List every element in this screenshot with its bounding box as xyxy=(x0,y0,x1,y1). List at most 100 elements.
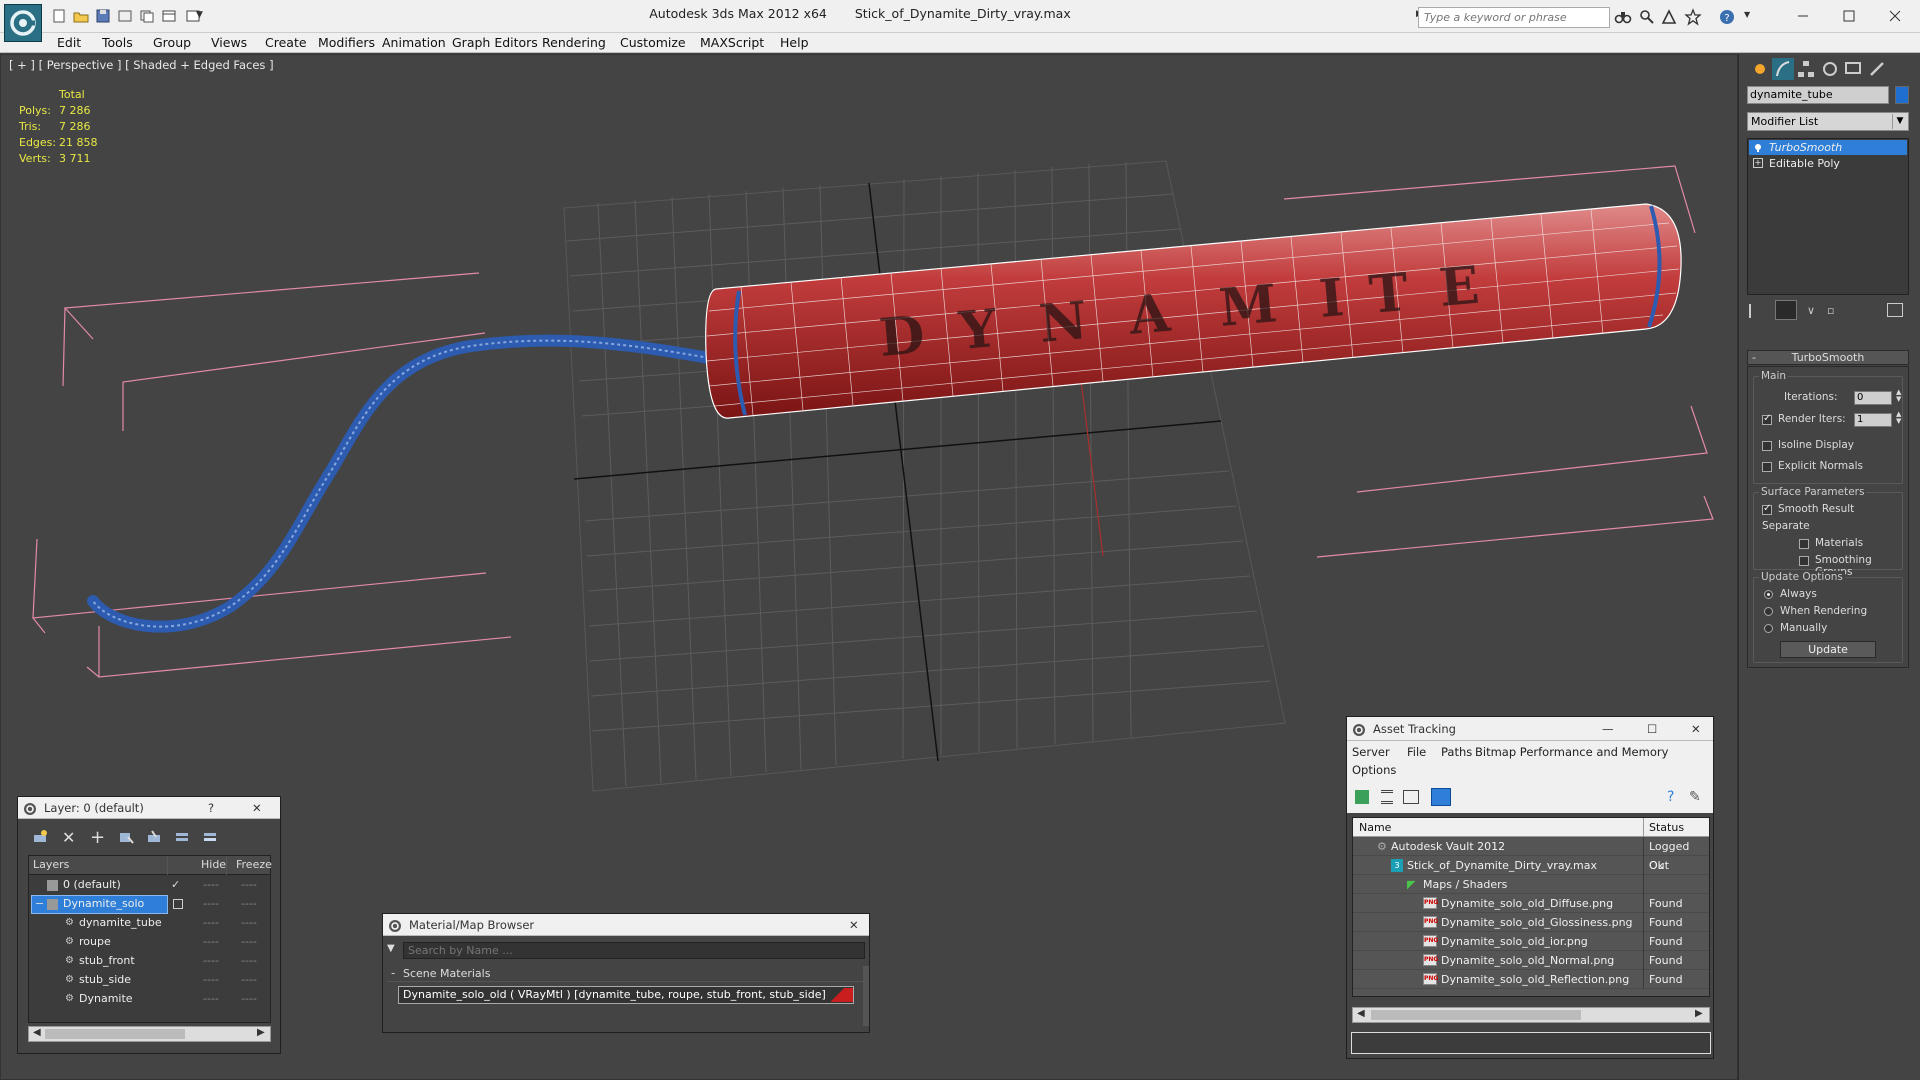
freeze-toggle[interactable]: ---- xyxy=(241,895,257,913)
asset-path-field[interactable] xyxy=(1351,1032,1711,1054)
object-name[interactable]: dynamite_tube xyxy=(79,914,162,932)
scroll-right-icon[interactable]: ▶ xyxy=(1695,1008,1703,1019)
object-name[interactable]: Dynamite xyxy=(79,990,133,1008)
freeze-toggle[interactable]: ---- xyxy=(241,971,257,989)
chevron-down-icon[interactable]: ▼ xyxy=(1892,114,1907,129)
column-header-layers[interactable]: Layers xyxy=(33,856,168,875)
help-icon[interactable]: ? xyxy=(1718,8,1736,26)
layer-close-icon[interactable]: ✕ xyxy=(252,797,262,819)
utilities-tab-icon[interactable] xyxy=(1866,58,1888,80)
isoline-display-checkbox[interactable] xyxy=(1762,441,1772,451)
modifier-list-dropdown[interactable]: Modifier List ▼ xyxy=(1747,112,1909,131)
communication-center-icon[interactable] xyxy=(1660,8,1678,26)
asset-help-icon[interactable]: ? xyxy=(1667,789,1674,805)
menu-modifiers[interactable]: Modifiers xyxy=(318,35,375,50)
menu-rendering[interactable]: Rendering xyxy=(542,35,606,50)
object-name[interactable]: stub_front xyxy=(79,952,135,970)
explicit-normals-checkbox[interactable] xyxy=(1762,462,1772,472)
menu-help[interactable]: Help xyxy=(780,35,809,50)
asset-row[interactable]: PNG Dynamite_solo_old_Glossiness.png Fou… xyxy=(1353,913,1709,932)
minimize-icon[interactable] xyxy=(1792,5,1814,27)
motion-tab-icon[interactable] xyxy=(1819,58,1841,80)
menu-animation[interactable]: Animation xyxy=(382,35,446,50)
update-always-radio[interactable] xyxy=(1764,590,1773,599)
binoculars-icon[interactable] xyxy=(1614,8,1632,26)
list-view-icon[interactable] xyxy=(1381,790,1393,804)
select-objects-icon[interactable] xyxy=(118,829,134,845)
freeze-all-layers-icon[interactable] xyxy=(202,829,218,845)
remove-modifier-icon[interactable]: ▫ xyxy=(1827,304,1834,317)
freeze-toggle[interactable]: ---- xyxy=(241,990,257,1008)
menu-group[interactable]: Group xyxy=(153,35,191,50)
material-browser-scrollbar[interactable] xyxy=(863,966,869,1026)
asset-menu-bitmap-performance[interactable]: Bitmap Performance and Memory xyxy=(1475,745,1668,759)
render-iters-checkbox[interactable] xyxy=(1762,413,1772,425)
new-file-icon[interactable] xyxy=(50,7,68,25)
thumbnail-view-icon[interactable] xyxy=(1403,790,1419,804)
modify-tab-icon[interactable] xyxy=(1772,58,1794,80)
asset-menu-paths[interactable]: Paths xyxy=(1441,745,1472,759)
active-layer-check-icon[interactable]: ✓ xyxy=(171,876,180,894)
set-active-box-icon[interactable] xyxy=(173,899,183,909)
lightbulb-icon[interactable] xyxy=(1753,142,1763,152)
freeze-toggle[interactable]: ---- xyxy=(241,876,257,894)
hide-toggle[interactable]: ---- xyxy=(203,971,219,989)
subscription-icon[interactable] xyxy=(1638,8,1656,26)
display-tab-icon[interactable] xyxy=(1842,58,1864,80)
pin-stack-icon[interactable] xyxy=(1749,304,1763,318)
column-header-status[interactable]: Status xyxy=(1643,818,1684,837)
asset-close-icon[interactable]: ✕ xyxy=(1691,717,1701,741)
material-search-input[interactable] xyxy=(403,942,865,959)
search-input[interactable] xyxy=(1419,8,1609,27)
collapse-icon[interactable]: − xyxy=(35,895,44,913)
layer-help-button[interactable]: ? xyxy=(208,797,214,819)
asset-minimize-icon[interactable]: — xyxy=(1602,717,1614,741)
update-button[interactable]: Update xyxy=(1780,641,1876,658)
configure-sets-icon[interactable] xyxy=(1887,303,1903,317)
asset-maximize-icon[interactable]: ☐ xyxy=(1647,717,1657,741)
asset-row[interactable]: PNG Dynamite_solo_old_Normal.png Found xyxy=(1353,951,1709,970)
menu-create[interactable]: Create xyxy=(265,35,307,50)
scroll-thumb[interactable] xyxy=(45,1029,185,1039)
smoothing-groups-checkbox[interactable] xyxy=(1799,556,1809,566)
material-browser-titlebar[interactable]: Material/Map Browser ✕ xyxy=(383,914,869,936)
make-unique-icon[interactable]: ∨ xyxy=(1807,304,1815,317)
turbosmooth-rollout-header[interactable]: - TurboSmooth xyxy=(1747,350,1909,365)
smooth-result-checkbox[interactable] xyxy=(1762,503,1772,515)
hide-toggle[interactable]: ---- xyxy=(203,990,219,1008)
freeze-toggle[interactable]: ---- xyxy=(241,952,257,970)
hide-toggle[interactable]: ---- xyxy=(203,933,219,951)
hide-all-layers-icon[interactable] xyxy=(174,829,190,845)
help-dropdown-icon[interactable]: ▼ xyxy=(1744,10,1750,19)
layer-window-titlebar[interactable]: Layer: 0 (default) ? ✕ xyxy=(18,797,280,819)
spinner-arrows-icon[interactable]: ▲ ▼ xyxy=(1896,411,1901,425)
layer-object-row[interactable]: ⚙ stub_side ---- ---- xyxy=(29,971,270,990)
close-icon[interactable] xyxy=(1884,5,1906,27)
layer-object-row[interactable]: ⚙ Dynamite ---- ---- xyxy=(29,990,270,1009)
table-view-icon[interactable] xyxy=(1431,788,1451,806)
asset-row[interactable]: PNG Dynamite_solo_old_Reflection.png Fou… xyxy=(1353,970,1709,989)
menu-tools[interactable]: Tools xyxy=(102,35,133,50)
create-tab-icon[interactable] xyxy=(1749,58,1771,80)
asset-row[interactable]: ⚙ Autodesk Vault 2012 Logged Out xyxy=(1353,837,1709,872)
open-file-icon[interactable] xyxy=(72,7,90,25)
material-item[interactable]: Dynamite_solo_old ( VRayMtl ) [dynamite_… xyxy=(398,986,854,1004)
asset-row[interactable]: ◤ Maps / Shaders xyxy=(1353,875,1709,894)
layer-object-row[interactable]: ⚙ roupe ---- ---- xyxy=(29,933,270,952)
freeze-toggle[interactable]: ---- xyxy=(241,914,257,932)
scroll-right-icon[interactable]: ▶ xyxy=(257,1027,265,1038)
asset-row[interactable]: 3 Stick_of_Dynamite_Dirty_vray.max Ok xyxy=(1353,856,1709,875)
hide-toggle[interactable]: ---- xyxy=(203,876,219,894)
asset-row[interactable]: PNG Dynamite_solo_old_Diffuse.png Found xyxy=(1353,894,1709,913)
layer-row[interactable]: − Dynamite_solo ---- ---- xyxy=(29,895,270,914)
column-header-name[interactable]: Name xyxy=(1359,818,1391,837)
spinner-arrows-icon[interactable]: ▲ ▼ xyxy=(1896,389,1901,403)
add-to-layer-icon[interactable]: + xyxy=(90,827,105,848)
hide-toggle[interactable]: ---- xyxy=(203,952,219,970)
browser-options-dropdown-icon[interactable]: ▼ xyxy=(387,943,401,957)
object-color-swatch[interactable] xyxy=(1895,86,1909,104)
hide-toggle[interactable]: ---- xyxy=(203,914,219,932)
update-manually-radio[interactable] xyxy=(1764,624,1773,633)
column-header-hide[interactable]: Hide xyxy=(197,856,227,875)
menu-views[interactable]: Views xyxy=(211,35,247,50)
